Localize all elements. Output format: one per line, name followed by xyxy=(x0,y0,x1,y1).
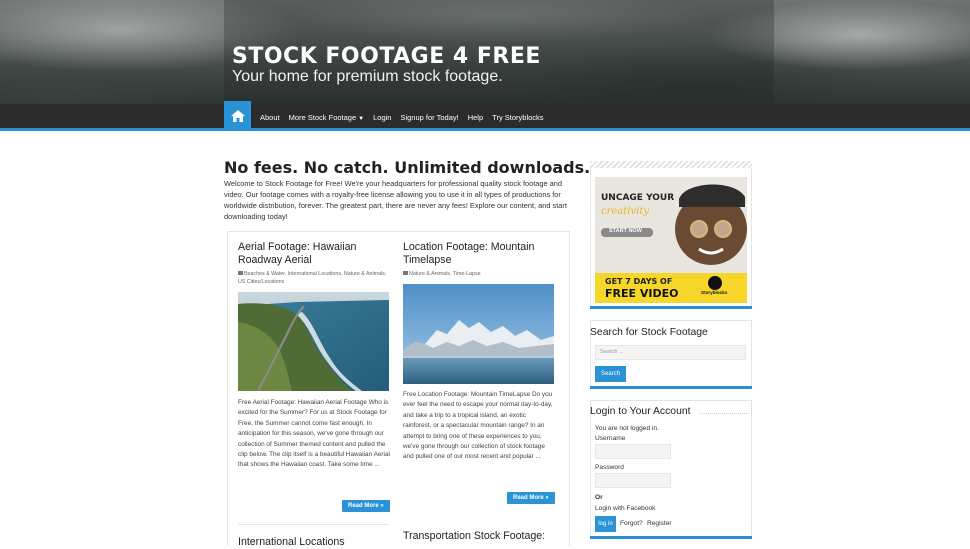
ad-brand: Storyblocks xyxy=(701,290,728,295)
password-field[interactable] xyxy=(595,473,671,488)
post-excerpt: Free Aerial Footage: Hawaiian Aerial Foo… xyxy=(238,399,390,469)
search-widget-title: Search for Stock Footage xyxy=(590,327,708,338)
post-card: Transportation Stock Footage: xyxy=(403,530,555,543)
facebook-login-link[interactable]: Login with Facebook xyxy=(595,505,655,512)
ad-script: creativity xyxy=(601,206,649,217)
read-more-button[interactable]: Read More » xyxy=(342,500,390,512)
ad-cta: START NOW xyxy=(609,228,642,234)
read-more-button[interactable]: Read More » xyxy=(507,492,555,504)
site-title[interactable]: STOCK FOOTAGE 4 FREE xyxy=(232,44,541,69)
post-title[interactable]: International Locations xyxy=(238,536,390,549)
login-button[interactable]: log in xyxy=(595,516,616,532)
or-label: Or xyxy=(595,494,603,501)
post-excerpt: Free Location Footage: Mountain TimeLaps… xyxy=(403,391,553,461)
intro-paragraph: Welcome to Stock Footage for Free! We're… xyxy=(224,179,567,221)
post-card: Aerial Footage: Hawaiian Roadway Aerial … xyxy=(238,241,390,286)
sidebar-stripe xyxy=(590,161,752,168)
site-tagline: Your home for premium stock footage. xyxy=(232,68,503,85)
nav-more-stock-footage[interactable]: More Stock Footage ▼ xyxy=(289,113,365,122)
nav-help[interactable]: Help xyxy=(468,113,483,122)
search-input[interactable]: Search ... xyxy=(595,345,746,360)
nav-about[interactable]: About xyxy=(260,113,280,122)
ad-headline: UNCAGE YOUR xyxy=(601,193,675,203)
post-title[interactable]: Location Footage: Mountain Timelapse xyxy=(403,241,555,267)
ad-offer-line1: GET 7 DAYS OF xyxy=(605,277,673,286)
home-button[interactable] xyxy=(224,101,251,131)
mountain-image xyxy=(403,284,554,384)
nav-signup[interactable]: Signup for Today! xyxy=(400,113,458,122)
post-categories[interactable]: Beaches & Water, International Locations… xyxy=(238,270,390,286)
nav-try-storyblocks[interactable]: Try Storyblocks xyxy=(492,113,543,122)
register-link[interactable]: Register xyxy=(647,520,672,527)
post-excerpt-block: Free Location Footage: Mountain TimeLaps… xyxy=(403,390,555,463)
intro-heading: No fees. No catch. Unlimited downloads. xyxy=(224,158,591,177)
coastline-image xyxy=(238,292,389,391)
post-title[interactable]: Aerial Footage: Hawaiian Roadway Aerial xyxy=(238,241,390,267)
post-card: Location Footage: Mountain Timelapse Nat… xyxy=(403,241,555,278)
login-widget-title: Login to Your Account xyxy=(590,406,691,417)
login-status: You are not logged in. xyxy=(595,425,659,432)
post-thumbnail-mountain[interactable] xyxy=(403,284,554,384)
post-card: International Locations xyxy=(238,536,390,549)
forgot-link[interactable]: Forgot? xyxy=(620,520,643,527)
main-nav: About More Stock Footage ▼ Login Signup f… xyxy=(224,101,544,131)
post-thumbnail-hawaii[interactable] xyxy=(238,292,389,391)
post-excerpt-block: Free Aerial Footage: Hawaiian Aerial Foo… xyxy=(238,398,390,471)
home-icon xyxy=(230,110,245,122)
ad-offer-line2: FREE VIDEO xyxy=(605,287,679,300)
storyblocks-ad[interactable]: UNCAGE YOUR creativity START NOW GET 7 D… xyxy=(595,177,747,303)
caret-down-icon: ▼ xyxy=(358,115,365,122)
username-label: Username xyxy=(595,435,626,442)
nav-login[interactable]: Login xyxy=(373,113,391,122)
password-label: Password xyxy=(595,464,624,471)
post-categories[interactable]: Nature & Animals, Time-Lapse xyxy=(403,270,555,278)
folder-icon xyxy=(403,271,408,275)
post-title[interactable]: Transportation Stock Footage: xyxy=(403,530,555,543)
username-field[interactable] xyxy=(595,444,671,459)
folder-icon xyxy=(238,271,243,275)
search-button[interactable]: Search xyxy=(595,366,626,382)
